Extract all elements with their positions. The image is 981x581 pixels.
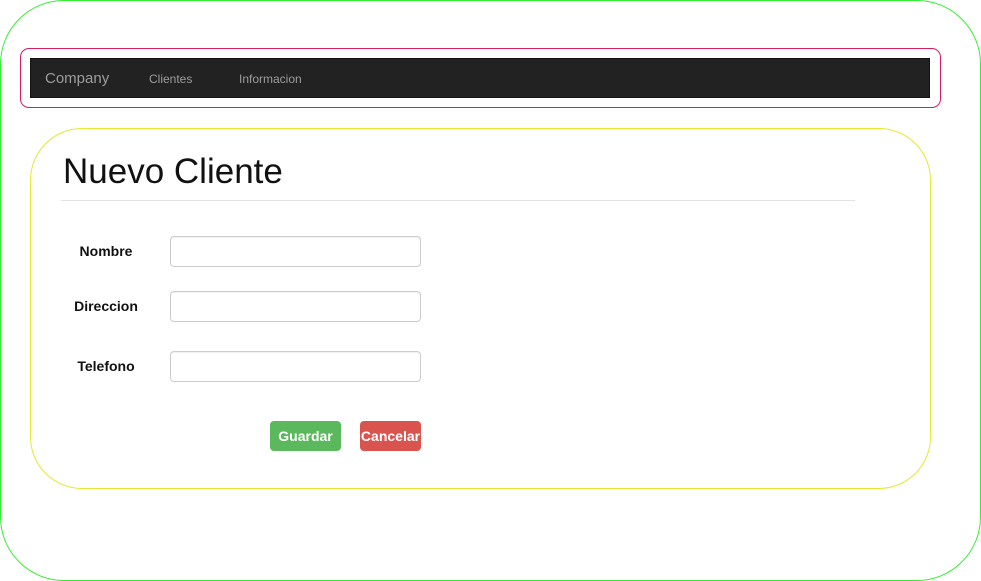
cancel-button[interactable]: Cancelar xyxy=(360,421,421,451)
nav-link-informacion[interactable]: Informacion xyxy=(239,72,302,86)
nombre-label: Nombre xyxy=(79,243,133,259)
navbar: Company Clientes Informacion xyxy=(30,58,930,98)
page-title: Nuevo Cliente xyxy=(63,152,283,191)
nombre-input[interactable] xyxy=(170,236,421,267)
brand-link[interactable]: Company xyxy=(45,70,109,87)
nav-link-clientes[interactable]: Clientes xyxy=(149,72,192,86)
title-divider xyxy=(61,200,855,201)
telefono-input[interactable] xyxy=(170,351,421,382)
direccion-label: Direccion xyxy=(74,298,138,314)
telefono-label: Telefono xyxy=(77,358,135,374)
direccion-input[interactable] xyxy=(170,291,421,322)
save-button[interactable]: Guardar xyxy=(270,421,341,451)
